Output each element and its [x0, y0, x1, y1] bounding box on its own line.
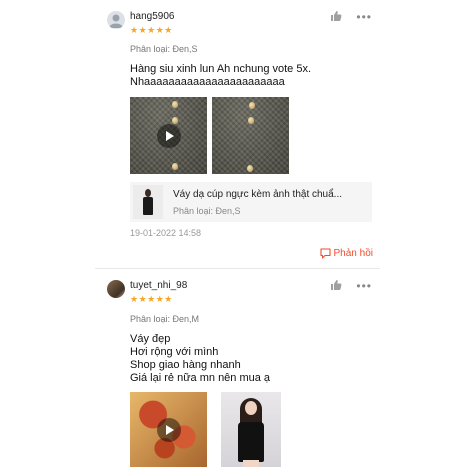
garment-button [249, 102, 255, 109]
rating-stars: ★★★★★ [130, 25, 173, 35]
product-thumbnail [133, 185, 163, 219]
review-video-thumbnail[interactable] [130, 97, 207, 174]
variant-label: Phân loại: Đen,M [130, 314, 200, 324]
product-name: Váy dạ cúp ngực kèm ảnh thật chuẩ... [173, 189, 343, 200]
more-options-icon[interactable]: ••• [356, 11, 372, 23]
review-photo[interactable] [212, 97, 289, 174]
reply-button[interactable]: Phản hồi [319, 248, 373, 259]
thumbs-up-icon[interactable] [330, 10, 342, 22]
reviewer-username[interactable]: tuyet_nhi_98 [130, 280, 187, 291]
model-head [145, 189, 151, 197]
review-item: hang5906 ★★★★★ ••• Phân loại: Đen,S Hàng… [95, 0, 380, 268]
rating-stars: ★★★★★ [130, 294, 173, 304]
model-dress [238, 422, 264, 462]
thumbs-up-icon[interactable] [330, 279, 342, 291]
review-item: tuyet_nhi_98 ★★★★★ ••• Phân loại: Đen,M … [95, 270, 380, 475]
garment-button [247, 165, 253, 172]
model-dress [143, 197, 153, 215]
variant-label: Phân loại: Đen,S [130, 44, 198, 54]
play-icon[interactable] [156, 123, 181, 148]
chat-bubble-icon [319, 248, 331, 259]
review-video-thumbnail[interactable] [130, 392, 207, 467]
garment-button [172, 117, 178, 124]
product-card[interactable]: Váy dạ cúp ngực kèm ảnh thật chuẩ... Phâ… [130, 182, 372, 222]
garment-button [172, 163, 178, 170]
reply-label: Phản hồi [333, 248, 373, 259]
review-timestamp: 19-01-2022 14:58 [130, 228, 202, 238]
model-legs [243, 460, 259, 467]
garment-button [172, 101, 178, 108]
model-face [245, 401, 257, 415]
avatar[interactable] [107, 11, 125, 29]
default-avatar-icon [109, 14, 123, 28]
review-photo[interactable] [221, 392, 281, 467]
review-text: Hàng siu xinh lun Ah nchung vote 5x. Nha… [130, 63, 312, 88]
review-text: Váy đẹp Hơi rộng với mình Shop giao hàng… [130, 333, 271, 384]
product-variant: Phân loại: Đen,S [173, 206, 241, 216]
garment-button [248, 117, 254, 124]
review-divider [95, 268, 380, 269]
reviewer-username[interactable]: hang5906 [130, 11, 175, 22]
play-icon[interactable] [156, 417, 181, 442]
avatar[interactable] [107, 280, 125, 298]
more-options-icon[interactable]: ••• [356, 280, 372, 292]
